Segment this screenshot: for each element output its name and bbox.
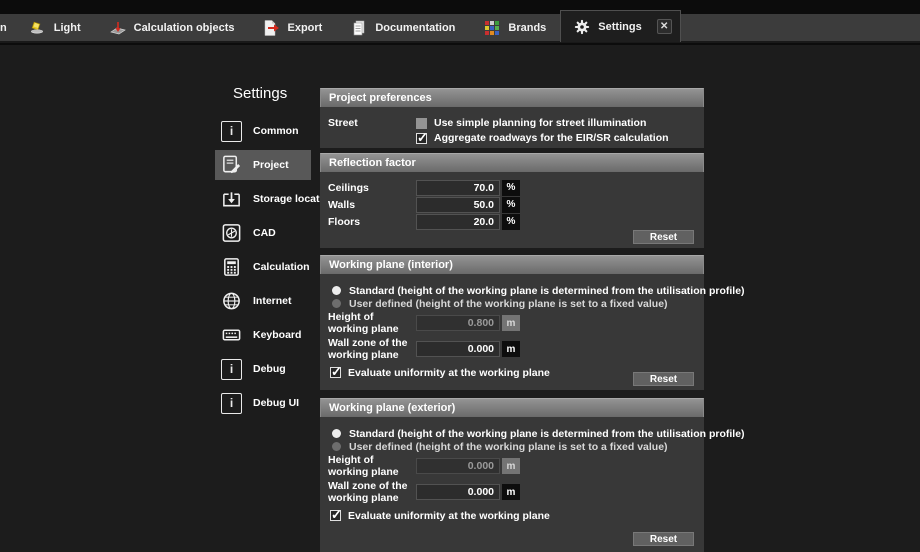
percent-unit: %: [502, 180, 520, 196]
meter-unit: m: [502, 458, 520, 474]
gear-icon: [573, 18, 591, 36]
tab-brands[interactable]: Brands: [469, 13, 560, 42]
panel-working-plane-interior: Working plane (interior) Standard (heigh…: [320, 255, 704, 390]
tab-export[interactable]: Export: [248, 13, 336, 42]
checkbox-evaluate-uniformity[interactable]: ✓: [330, 510, 341, 521]
reset-button[interactable]: Reset: [633, 372, 694, 386]
radio-standard[interactable]: [332, 429, 341, 438]
sidebar-item-calculation[interactable]: Calculation: [215, 254, 311, 280]
sidebar-item-keyboard[interactable]: Keyboard: [215, 322, 311, 348]
calculator-icon: [221, 257, 242, 278]
sidebar-item-internet[interactable]: Internet: [215, 288, 311, 314]
export-icon: [262, 19, 280, 37]
tab-light-label: Light: [54, 22, 81, 34]
tab-partial-label: n: [0, 22, 7, 34]
info-icon: i: [221, 121, 242, 142]
radio-user-defined[interactable]: [332, 442, 341, 451]
walls-label: Walls: [320, 199, 416, 211]
checkbox-evaluate-uniformity[interactable]: ✓: [330, 367, 341, 378]
panel-reflection-factor: Reflection factor Ceilings % Walls % Flo…: [320, 153, 704, 248]
ribbon-tab-bar: n Light Calculation objects: [0, 14, 920, 43]
sidebar-item-storage-locations[interactable]: Storage locations: [215, 186, 311, 212]
walls-input[interactable]: [416, 197, 500, 213]
documentation-icon: [350, 19, 368, 37]
panel-working-plane-exterior: Working plane (exterior) Standard (heigh…: [320, 398, 704, 552]
keyboard-icon: [221, 325, 242, 346]
settings-sidebar: Settings i Common Project: [215, 85, 311, 424]
sidebar-item-debug-ui[interactable]: i Debug UI: [215, 390, 311, 416]
panel-header: Working plane (exterior): [320, 398, 704, 417]
tab-settings[interactable]: Settings ✕: [560, 10, 680, 42]
sidebar-item-cad[interactable]: CAD: [215, 220, 311, 246]
sidebar-item-common[interactable]: i Common: [215, 118, 311, 144]
floors-label: Floors: [320, 216, 416, 228]
meter-unit: m: [502, 341, 520, 357]
floors-input[interactable]: [416, 214, 500, 230]
tab-documentation-label: Documentation: [375, 22, 455, 34]
height-working-plane-label: Height of working plane: [320, 454, 416, 478]
calculation-objects-icon: [109, 19, 127, 37]
brands-icon: [483, 19, 501, 37]
tab-brands-label: Brands: [508, 22, 546, 34]
project-icon: [221, 155, 242, 176]
tab-calculation-objects-label: Calculation objects: [134, 22, 235, 34]
lamp-icon: [29, 19, 47, 37]
sidebar-item-debug[interactable]: i Debug: [215, 356, 311, 382]
radio-standard[interactable]: [332, 286, 341, 295]
sidebar-item-project[interactable]: Project: [215, 150, 311, 180]
checkbox-simple-planning[interactable]: [416, 118, 427, 129]
reset-button[interactable]: Reset: [633, 230, 694, 244]
info-icon: i: [221, 393, 242, 414]
wall-zone-label: Wall zone of the working plane: [320, 337, 416, 361]
tab-light[interactable]: Light: [15, 13, 95, 42]
wall-zone-input[interactable]: [416, 484, 500, 500]
meter-unit: m: [502, 484, 520, 500]
panel-header: Working plane (interior): [320, 255, 704, 274]
street-label: Street: [320, 117, 416, 129]
height-working-plane-input: [416, 315, 500, 331]
meter-unit: m: [502, 315, 520, 331]
height-working-plane-input: [416, 458, 500, 474]
storage-icon: [221, 189, 242, 210]
settings-page: Settings i Common Project: [0, 45, 920, 552]
wall-zone-label: Wall zone of the working plane: [320, 480, 416, 504]
wall-zone-input[interactable]: [416, 341, 500, 357]
height-working-plane-label: Height of working plane: [320, 311, 416, 335]
info-icon: i: [221, 359, 242, 380]
ceilings-label: Ceilings: [320, 182, 416, 194]
ceilings-input[interactable]: [416, 180, 500, 196]
reset-button[interactable]: Reset: [633, 532, 694, 546]
panel-header: Reflection factor: [320, 153, 704, 172]
tab-documentation[interactable]: Documentation: [336, 13, 469, 42]
percent-unit: %: [502, 214, 520, 230]
cad-icon: [221, 223, 242, 244]
globe-icon: [221, 291, 242, 312]
tab-partial[interactable]: n: [0, 13, 9, 42]
tab-calculation-objects[interactable]: Calculation objects: [95, 13, 249, 42]
close-tab-icon[interactable]: ✕: [657, 19, 672, 34]
percent-unit: %: [502, 197, 520, 213]
tab-export-label: Export: [287, 22, 322, 34]
panel-project-preferences: Project preferences Street Use simple pl…: [320, 88, 704, 148]
checkbox-aggregate-roadways[interactable]: ✓: [416, 133, 427, 144]
radio-user-defined[interactable]: [332, 299, 341, 308]
tab-settings-label: Settings: [598, 21, 641, 33]
panel-header: Project preferences: [320, 88, 704, 107]
page-title: Settings: [233, 85, 311, 102]
